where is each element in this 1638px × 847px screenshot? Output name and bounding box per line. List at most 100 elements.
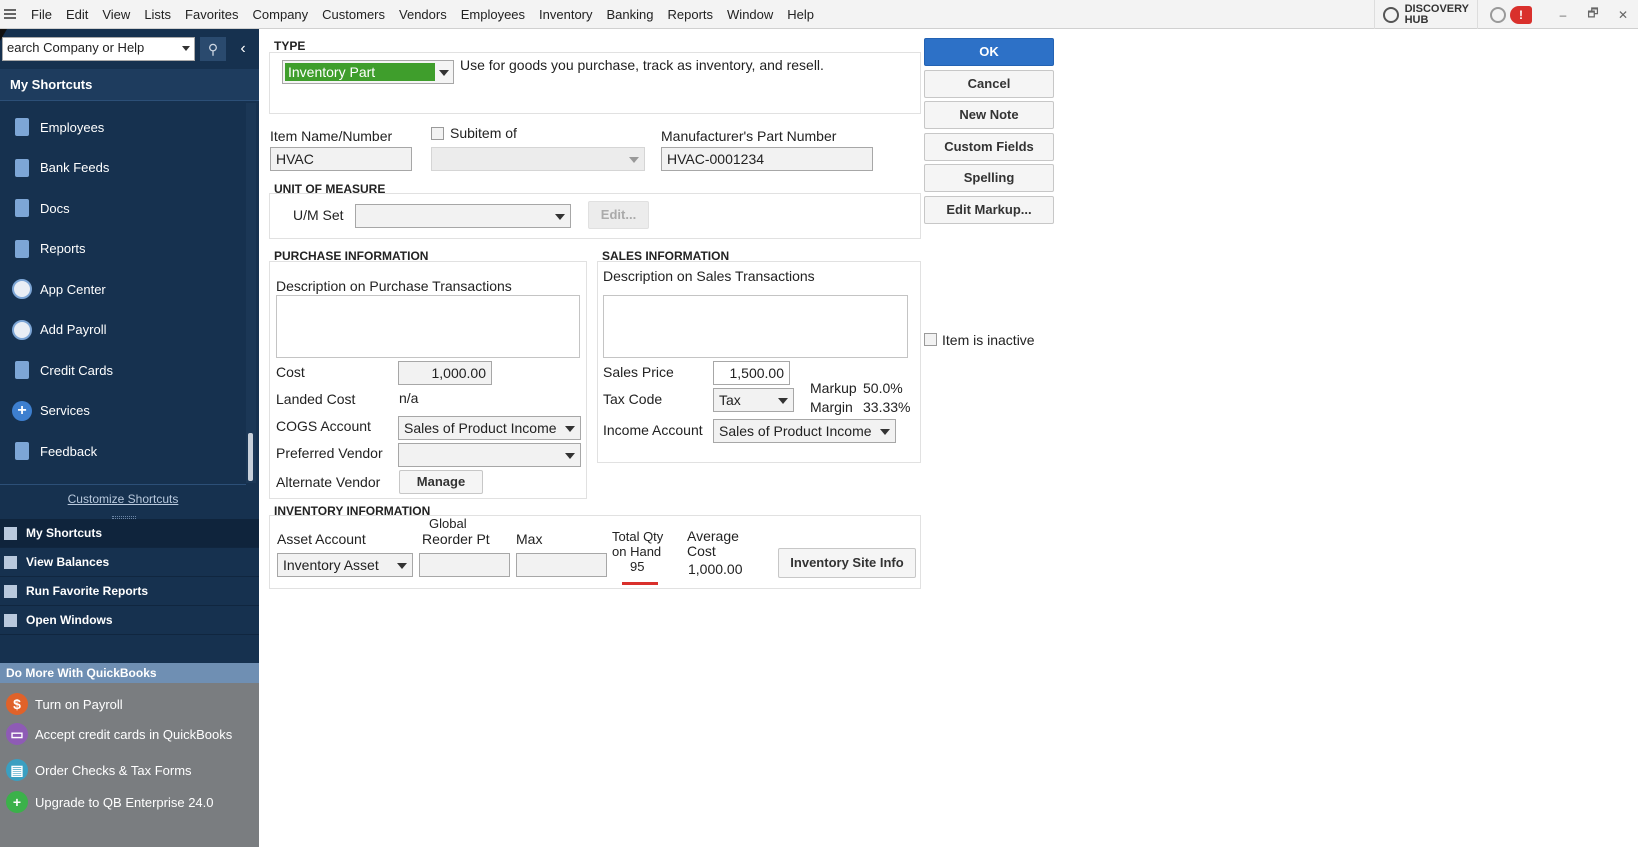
tax-code-select[interactable]: Tax	[713, 388, 794, 412]
shortcuts-scrollbar[interactable]	[246, 103, 256, 483]
spelling-button[interactable]: Spelling	[924, 164, 1054, 192]
shortcut-docs[interactable]: Docs	[0, 188, 246, 229]
custom-fields-button[interactable]: Custom Fields	[924, 133, 1054, 161]
close-button[interactable]: ✕	[1608, 8, 1638, 22]
uom-edit-button[interactable]: Edit...	[588, 201, 649, 229]
bank-icon	[15, 158, 29, 177]
do-more-upgrade[interactable]: + Upgrade to QB Enterprise 24.0	[0, 791, 214, 813]
shortcut-label: Docs	[40, 200, 70, 216]
tax-code-label: Tax Code	[603, 391, 663, 407]
shortcut-add-payroll[interactable]: Add Payroll	[0, 310, 246, 351]
purchase-description-field[interactable]	[276, 295, 580, 358]
shortcut-credit-cards[interactable]: Credit Cards	[0, 350, 246, 391]
cogs-account-select[interactable]: Sales of Product Income	[398, 416, 581, 440]
balances-icon	[4, 555, 17, 569]
total-qty-value[interactable]: 95	[630, 559, 644, 574]
app-center-icon	[12, 279, 32, 300]
menu-edit[interactable]: Edit	[59, 0, 95, 29]
menu-vendors[interactable]: Vendors	[392, 0, 454, 29]
manufacturer-part-field[interactable]: HVAC-0001234	[661, 147, 873, 171]
subitem-label: Subitem of	[450, 125, 517, 141]
item-inactive-checkbox[interactable]	[924, 333, 937, 346]
do-more-order-checks[interactable]: ▤ Order Checks & Tax Forms	[0, 759, 192, 781]
ok-button[interactable]: OK	[924, 38, 1054, 66]
total-qty-label-2: on Hand	[612, 544, 662, 559]
do-more-accept-credit-cards[interactable]: ▭ Accept credit cards in QuickBooks	[0, 723, 232, 745]
chevron-down-icon	[565, 426, 575, 432]
scrollbar-thumb[interactable]	[248, 433, 253, 481]
type-select[interactable]: Inventory Part	[282, 60, 454, 84]
alert-badge[interactable]: !	[1510, 5, 1532, 24]
chevron-left-icon: ‹	[240, 40, 246, 57]
shortcut-employees[interactable]: Employees	[0, 107, 246, 148]
shortcut-services[interactable]: + Services	[0, 391, 246, 432]
menu-help[interactable]: Help	[780, 0, 821, 29]
menu-customers[interactable]: Customers	[315, 0, 392, 29]
menu-company[interactable]: Company	[246, 0, 316, 29]
sales-description-label: Description on Sales Transactions	[603, 268, 815, 284]
shortcut-reports[interactable]: Reports	[0, 229, 246, 270]
discovery-hub-button[interactable]: DISCOVERY HUB	[1373, 0, 1478, 29]
income-account-select[interactable]: Sales of Product Income	[713, 419, 896, 443]
chevron-down-icon[interactable]	[439, 70, 449, 76]
nav-section-view-balances[interactable]: View Balances	[0, 548, 259, 577]
do-more-turn-on-payroll[interactable]: $ Turn on Payroll	[0, 693, 123, 715]
nav-section-run-favorite-reports[interactable]: Run Favorite Reports	[0, 577, 259, 606]
left-navigation: earch Company or Help ⚲ ‹ My Shortcuts E…	[0, 29, 259, 847]
menu-lists[interactable]: Lists	[137, 0, 178, 29]
chevron-down-icon	[565, 453, 575, 459]
docs-icon	[15, 199, 29, 218]
menu-inventory[interactable]: Inventory	[532, 0, 599, 29]
menu-window[interactable]: Window	[720, 0, 780, 29]
item-name-field[interactable]: HVAC	[270, 147, 412, 171]
alternate-vendor-label: Alternate Vendor	[276, 474, 381, 490]
chevron-down-icon[interactable]	[182, 46, 190, 51]
minimize-button[interactable]: ‒	[1548, 8, 1578, 22]
menu-view[interactable]: View	[95, 0, 137, 29]
new-note-button[interactable]: New Note	[924, 101, 1054, 129]
do-more-label: Order Checks & Tax Forms	[35, 762, 192, 778]
preferred-vendor-select[interactable]	[398, 443, 581, 467]
search-input[interactable]: earch Company or Help	[2, 37, 195, 61]
menu-banking[interactable]: Banking	[600, 0, 661, 29]
reorder-point-field[interactable]	[419, 553, 510, 577]
menu-favorites[interactable]: Favorites	[178, 0, 245, 29]
max-field[interactable]	[516, 553, 607, 577]
payroll-icon	[12, 319, 32, 340]
menubar-right: DISCOVERY HUB ! ‒ 🗗 ✕	[1373, 0, 1638, 29]
cost-field[interactable]: 1,000.00	[398, 361, 492, 385]
landed-cost-label: Landed Cost	[276, 391, 356, 407]
type-description: Use for goods you purchase, track as inv…	[460, 57, 824, 73]
subitem-checkbox[interactable]	[431, 127, 444, 140]
asset-account-select[interactable]: Inventory Asset	[277, 553, 413, 577]
nav-section-open-windows[interactable]: Open Windows	[0, 606, 259, 635]
shortcut-feedback[interactable]: Feedback	[0, 431, 246, 472]
alarm-clock-icon[interactable]	[1490, 6, 1506, 23]
search-button[interactable]: ⚲	[200, 37, 226, 61]
cancel-button[interactable]: Cancel	[924, 70, 1054, 98]
shortcut-bank-feeds[interactable]: Bank Feeds	[0, 148, 246, 189]
sales-price-field[interactable]: 1,500.00	[713, 361, 790, 385]
inventory-site-info-button[interactable]: Inventory Site Info	[778, 548, 916, 578]
shortcut-label: Reports	[40, 241, 86, 257]
edit-markup-button[interactable]: Edit Markup...	[924, 196, 1054, 224]
manage-vendors-button[interactable]: Manage	[399, 470, 483, 494]
nav-section-my-shortcuts[interactable]: My Shortcuts	[0, 519, 259, 548]
customize-shortcuts-link[interactable]: Customize Shortcuts	[0, 484, 246, 512]
reports-icon	[4, 584, 17, 598]
menu-employees[interactable]: Employees	[454, 0, 532, 29]
sales-description-field[interactable]	[603, 295, 908, 358]
margin-value: 33.33%	[863, 399, 911, 415]
reorder-point-label-1: Global	[429, 516, 467, 531]
menu-reports[interactable]: Reports	[661, 0, 721, 29]
asset-account-label: Asset Account	[277, 531, 366, 547]
menu-file[interactable]: File	[24, 0, 59, 29]
restore-button[interactable]: 🗗	[1578, 4, 1608, 25]
collapse-nav-button[interactable]: ‹	[232, 37, 254, 61]
system-menu-icon[interactable]	[4, 9, 16, 19]
subitem-select[interactable]	[431, 147, 645, 171]
shortcut-app-center[interactable]: App Center	[0, 269, 246, 310]
discovery-hub-label-2: HUB	[1404, 13, 1429, 26]
uom-set-select[interactable]	[355, 204, 571, 228]
item-inactive-label: Item is inactive	[942, 332, 1035, 348]
